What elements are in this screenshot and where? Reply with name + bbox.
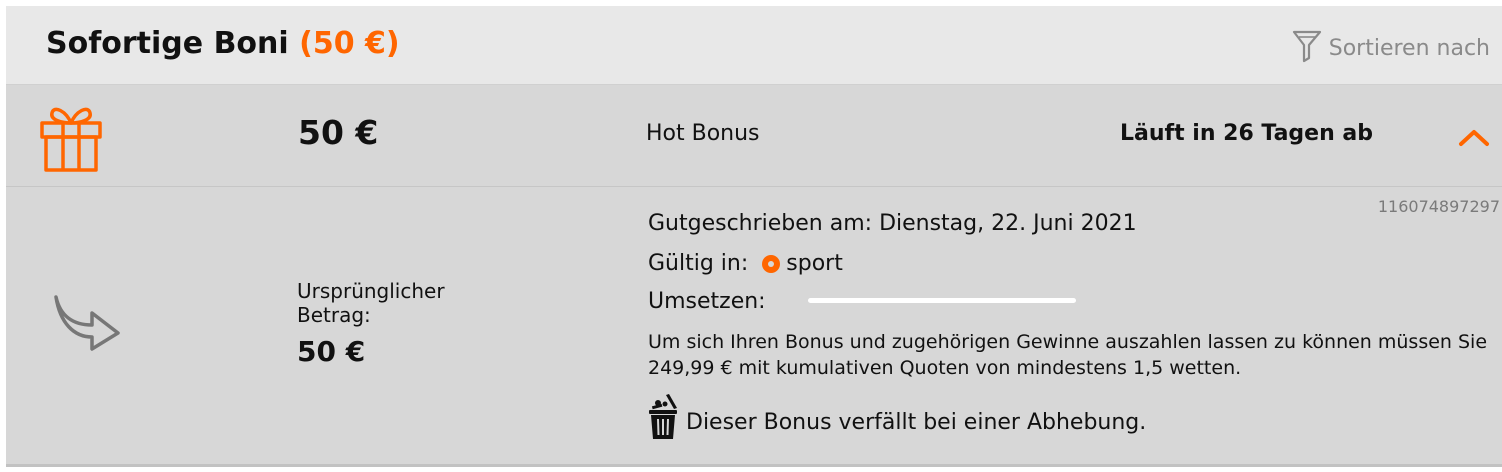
trash-icon [646, 393, 680, 445]
original-amount-label: Ursprünglicher Betrag: [297, 279, 445, 327]
sort-button[interactable]: Sortieren nach [1291, 28, 1490, 68]
gift-icon [40, 103, 102, 177]
credited-date: Gutgeschrieben am: Dienstag, 22. Juni 20… [648, 211, 1137, 236]
valid-in: Gültig in: sport [648, 251, 843, 276]
bonus-expiry: Läuft in 26 Tagen ab [1120, 121, 1374, 146]
title-text: Sofortige Boni [46, 26, 289, 61]
bonus-page: Sofortige Boni (50 €) Sortieren nach 50 … [0, 0, 1502, 472]
original-amount: 50 € [297, 335, 366, 368]
bonus-conditions: Um sich Ihren Bonus und zugehörigen Gewi… [648, 331, 1488, 379]
sport-icon [762, 254, 781, 273]
total-amount: (50 €) [299, 26, 400, 61]
forward-arrow-icon [52, 291, 124, 357]
bonus-summary-row[interactable]: 50 € Hot Bonus Läuft in 26 Tagen ab [6, 85, 1502, 187]
valid-in-label: Gültig in: [648, 251, 749, 276]
bonus-type: Hot Bonus [646, 121, 760, 146]
bonus-id: 116074897297 [1377, 197, 1500, 216]
chevron-up-icon[interactable] [1458, 127, 1490, 151]
wager-label: Umsetzen: [648, 289, 766, 314]
filter-icon [1291, 28, 1323, 68]
sort-label: Sortieren nach [1328, 35, 1490, 61]
forfeit-text: Dieser Bonus verfällt bei einer Abhebung… [686, 409, 1147, 435]
bonus-header: Sofortige Boni (50 €) Sortieren nach [6, 6, 1502, 85]
bonus-details: 116074897297 Ursprünglicher Betrag: 50 €… [6, 187, 1502, 467]
page-title: Sofortige Boni (50 €) [46, 26, 400, 61]
bonus-amount: 50 € [298, 113, 379, 152]
forfeit-notice: Dieser Bonus verfällt bei einer Abhebung… [646, 393, 1146, 445]
valid-in-value: sport [786, 251, 843, 276]
wager-progress-bar [808, 298, 1076, 303]
